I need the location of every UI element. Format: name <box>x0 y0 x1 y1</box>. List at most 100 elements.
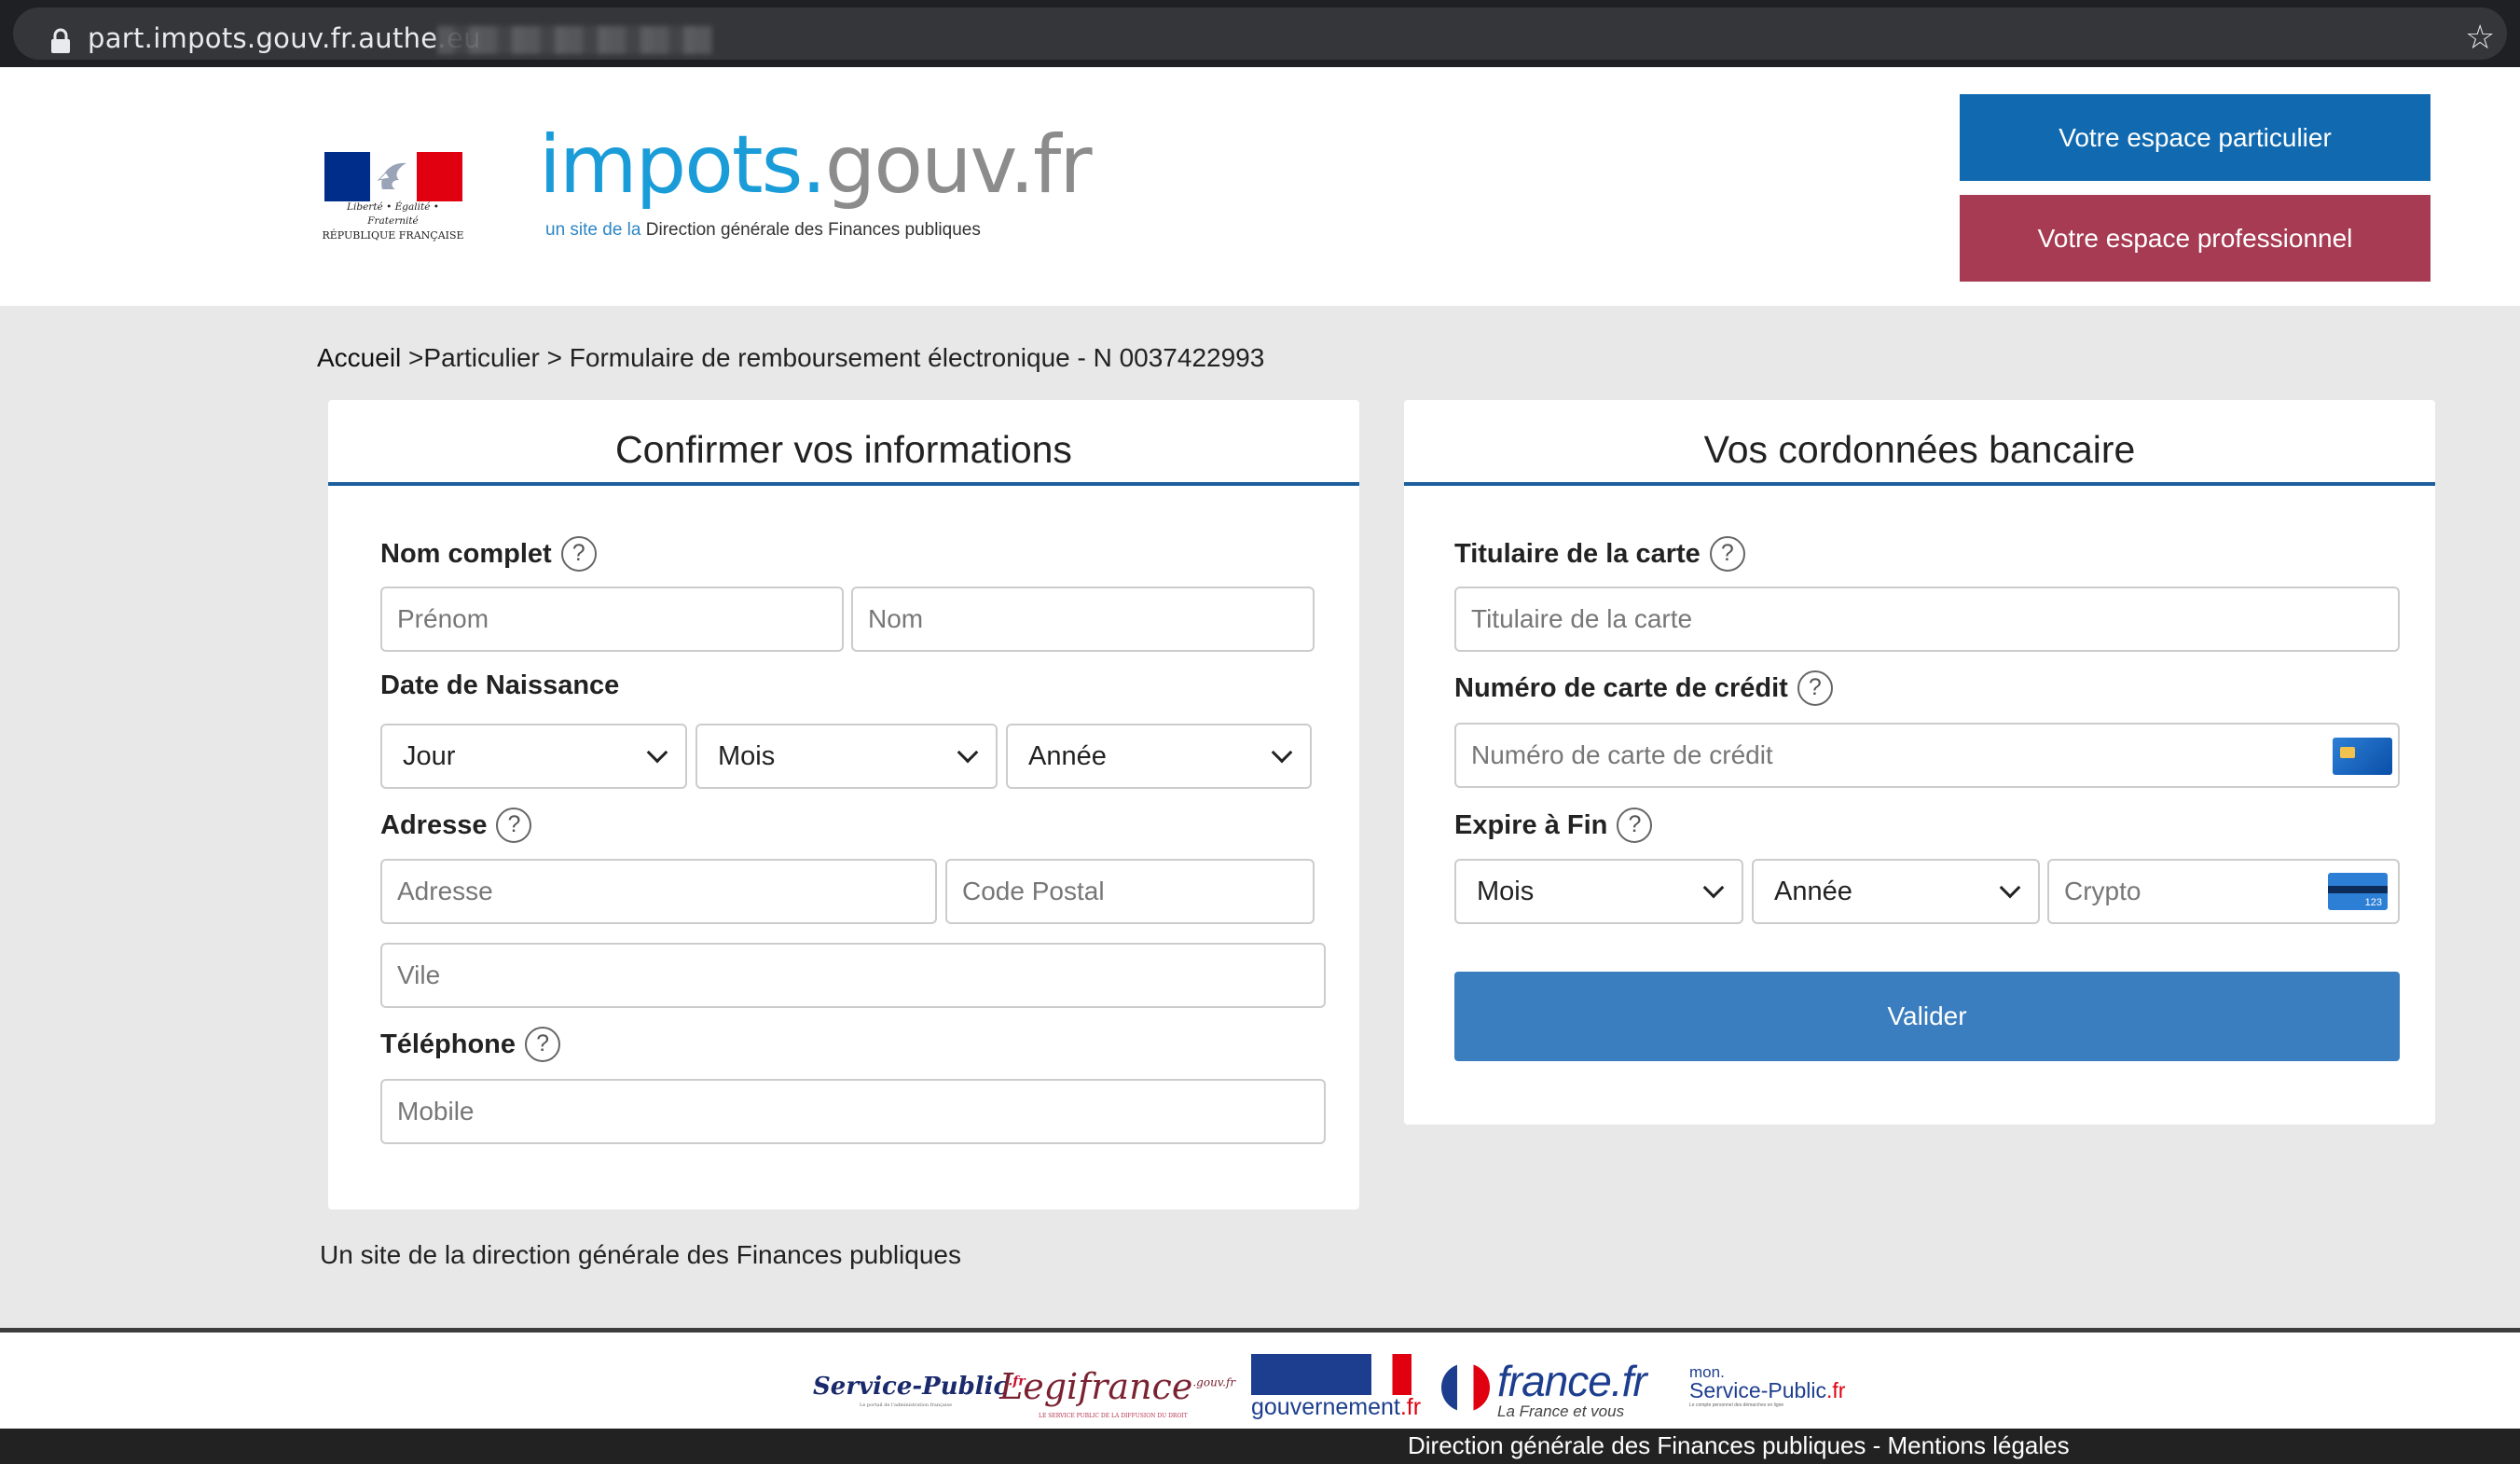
france-fr-name: france.fr <box>1497 1357 1647 1405</box>
mois-select[interactable]: Mois <box>695 724 998 789</box>
jour-select[interactable]: Jour <box>380 724 687 789</box>
france-fr-emblem <box>1441 1363 1490 1412</box>
adresse-label: Adresse ? <box>380 808 532 843</box>
chevron-down-icon <box>646 741 668 764</box>
url-text[interactable]: part.impots.gouv.fr.authe.eu <box>88 22 481 54</box>
breadcrumb-path: >Particulier > Formulaire de rembourseme… <box>401 343 1265 372</box>
redacted-url-part <box>437 26 712 54</box>
impots-logo[interactable]: impots.gouv.fr <box>539 125 1093 205</box>
expire-mois-value: Mois <box>1477 876 1535 906</box>
numero-carte-input[interactable] <box>1454 723 2400 788</box>
date-naissance-label: Date de Naissance <box>380 670 619 701</box>
code-postal-input[interactable] <box>945 859 1315 924</box>
nom-complet-label: Nom complet ? <box>380 536 597 572</box>
numero-carte-label: Numéro de carte de crédit ? <box>1454 670 1833 706</box>
titulaire-text: Titulaire de la carte <box>1454 538 1701 569</box>
bank-card-title: Vos cordonnées bancaire <box>1703 428 2136 471</box>
address-bar[interactable]: part.impots.gouv.fr.authe.eu ☆ <box>13 7 2507 60</box>
gouvernement-logo[interactable]: gouvernement.fr <box>1251 1354 1421 1421</box>
brand-subtitle-b: Direction générale des Finances publique… <box>645 220 981 240</box>
expire-annee-value: Année <box>1774 876 1852 906</box>
site-note: Un site de la direction générale des Fin… <box>320 1240 961 1269</box>
legifrance-tagline: LE SERVICE PUBLIC DE LA DIFFUSION DU DRO… <box>1039 1413 1188 1419</box>
valider-button[interactable]: Valider <box>1454 972 2400 1061</box>
prenom-input[interactable] <box>380 587 844 652</box>
brand-part2: gouv.fr <box>824 118 1093 212</box>
chevron-down-icon <box>1702 877 1725 899</box>
legifrance-suffix: .gouv.fr <box>1192 1375 1236 1389</box>
france-fr-logo[interactable]: france.fr La France et vous <box>1439 1356 1663 1423</box>
ville-input[interactable] <box>380 943 1326 1008</box>
footer-bar: Direction générale des Finances publique… <box>0 1429 2520 1464</box>
jour-value: Jour <box>403 740 456 771</box>
republique-francaise-logo <box>324 152 462 201</box>
brand-subtitle-a: un site de la <box>545 220 646 240</box>
chevron-down-icon <box>1271 741 1293 764</box>
nom-complet-text: Nom complet <box>380 538 552 569</box>
gouvernement-flag <box>1251 1354 1411 1395</box>
help-icon[interactable]: ? <box>525 1027 561 1062</box>
annee-select[interactable]: Année <box>1006 724 1312 789</box>
chevron-down-icon <box>957 741 979 764</box>
info-card-title: Confirmer vos informations <box>615 428 1072 471</box>
credit-card-icon <box>2333 738 2392 775</box>
help-icon[interactable]: ? <box>1709 536 1745 572</box>
gouvernement-name: gouvernement <box>1251 1394 1400 1420</box>
title-divider <box>328 482 1359 486</box>
rf-motto: Liberté • Égalité • Fraternité <box>347 201 439 227</box>
breadcrumb-home-link[interactable]: Accueil <box>317 343 401 372</box>
info-card: Confirmer vos informations Nom complet ?… <box>328 400 1359 1209</box>
help-icon[interactable]: ? <box>1617 808 1653 843</box>
adresse-text: Adresse <box>380 809 488 840</box>
expire-annee-select[interactable]: Année <box>1752 859 2040 924</box>
lock-icon <box>51 28 70 53</box>
numero-carte-text: Numéro de carte de crédit <box>1454 672 1788 703</box>
chip-shape <box>2340 747 2355 758</box>
nom-input[interactable] <box>851 587 1315 652</box>
france-fr-tagline: La France et vous <box>1497 1402 1625 1420</box>
brand-part1: impots. <box>539 118 827 212</box>
espace-particulier-button[interactable]: Votre espace particulier <box>1960 94 2430 181</box>
expire-label: Expire à Fin ? <box>1454 808 1653 843</box>
gouvernement-text: gouvernement.fr <box>1251 1394 1421 1421</box>
rf-name: RÉPUBLIQUE FRANÇAISE <box>322 229 464 242</box>
browser-toolbar: part.impots.gouv.fr.authe.eu ☆ <box>0 0 2520 67</box>
date-naissance-text: Date de Naissance <box>380 670 620 700</box>
mon-service-public-logo[interactable]: mon. Service-Public.fr Le compte personn… <box>1689 1364 1857 1408</box>
legifrance-logo[interactable]: Legifrance.gouv.fr LE SERVICE PUBLIC DE … <box>999 1366 1236 1419</box>
mon-service-public-suffix: .fr <box>1826 1378 1846 1402</box>
help-icon[interactable]: ? <box>496 808 532 843</box>
mon-service-public-text: Service-Public.fr <box>1689 1380 1857 1402</box>
cvc-card-icon: 123 <box>2328 873 2388 910</box>
footer-legal-link[interactable]: Direction générale des Finances publique… <box>1408 1431 2070 1460</box>
telephone-label: Téléphone ? <box>380 1027 561 1062</box>
mon-service-public-name: Service-Public <box>1689 1378 1826 1402</box>
gouvernement-suffix: .fr <box>1399 1394 1422 1420</box>
service-public-logo[interactable]: Service-Public.fr Le portail de l'admini… <box>813 1373 1026 1408</box>
titulaire-input[interactable] <box>1454 587 2400 652</box>
mon-service-public-tagline: Le compte personnel des démarches en lig… <box>1689 1402 1784 1408</box>
mois-value: Mois <box>718 740 776 771</box>
annee-value: Année <box>1028 740 1107 771</box>
chevron-down-icon <box>1999 877 2021 899</box>
cvc-digits: 123 <box>2364 897 2382 908</box>
brand-subtitle: un site de la Direction générale des Fin… <box>545 220 981 241</box>
help-icon[interactable]: ? <box>1797 670 1833 706</box>
legifrance-name: Legifrance <box>999 1366 1193 1407</box>
service-public-name: Service-Public <box>813 1373 1009 1401</box>
bank-card: Vos cordonnées bancaire Titulaire de la … <box>1404 400 2435 1125</box>
help-icon[interactable]: ? <box>560 536 597 572</box>
espace-professionnel-button[interactable]: Votre espace professionnel <box>1960 195 2430 282</box>
adresse-input[interactable] <box>380 859 937 924</box>
expire-text: Expire à Fin <box>1454 809 1608 840</box>
rf-caption: Liberté • Égalité • Fraternité RÉPUBLIQU… <box>321 200 465 242</box>
expire-mois-select[interactable]: Mois <box>1454 859 1743 924</box>
service-public-tagline: Le portail de l'administration française <box>860 1402 953 1408</box>
breadcrumb: Accueil >Particulier > Formulaire de rem… <box>317 343 1264 373</box>
title-divider <box>1404 482 2435 486</box>
bookmark-star-icon[interactable]: ☆ <box>2465 19 2495 57</box>
titulaire-label: Titulaire de la carte ? <box>1454 536 1745 572</box>
footer-logos: Service-Public.fr Le portail de l'admini… <box>0 1333 2520 1429</box>
telephone-text: Téléphone <box>380 1029 516 1059</box>
telephone-input[interactable] <box>380 1079 1326 1144</box>
